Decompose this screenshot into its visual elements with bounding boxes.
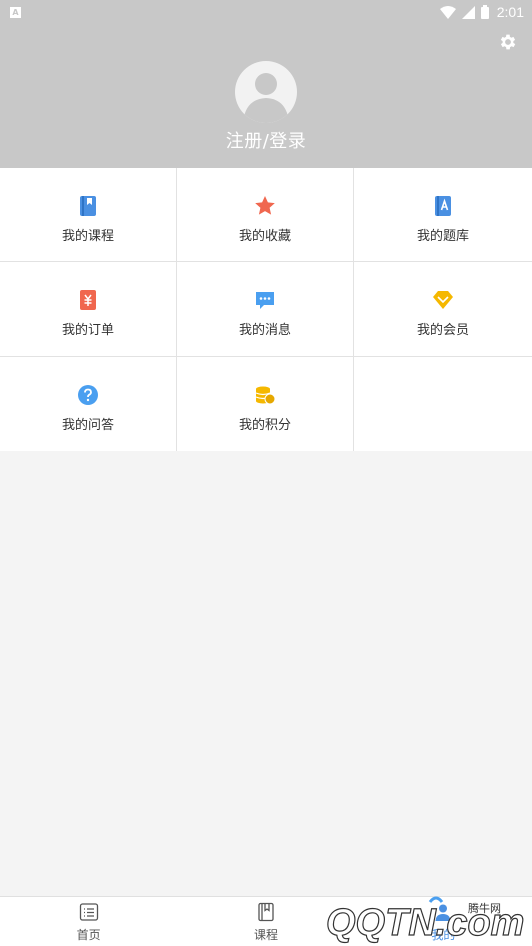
profile-header: 注册/登录 bbox=[0, 24, 532, 168]
menu-item-my-points[interactable]: 我的积分 bbox=[177, 357, 354, 451]
home-list-icon bbox=[79, 903, 98, 921]
menu-item-my-orders[interactable]: 我的订单 bbox=[0, 262, 177, 357]
avatar[interactable] bbox=[235, 61, 297, 123]
status-time: 2:01 bbox=[496, 4, 524, 20]
menu-item-my-membership[interactable]: 我的会员 bbox=[354, 262, 532, 357]
coins-icon bbox=[255, 386, 276, 405]
cell-signal-icon bbox=[461, 5, 475, 19]
star-icon bbox=[255, 196, 275, 215]
menu-item-my-favorites[interactable]: 我的收藏 bbox=[177, 168, 354, 262]
menu-item-my-qa[interactable]: 我的问答 bbox=[0, 357, 177, 451]
nav-home[interactable]: 首页 bbox=[0, 897, 177, 946]
menu-item-label: 我的会员 bbox=[416, 323, 469, 338]
order-icon bbox=[80, 290, 96, 310]
menu-item-my-courses[interactable]: 我的课程 bbox=[0, 168, 177, 262]
menu-item-label: 我的消息 bbox=[238, 323, 291, 338]
watermark-text: 腾牛网 bbox=[468, 902, 501, 915]
menu-empty-cell bbox=[354, 357, 532, 451]
qqtn-logo: QQTN.com bbox=[325, 896, 525, 945]
menu-item-label: 我的课程 bbox=[61, 229, 114, 244]
login-register-link[interactable]: 注册/登录 bbox=[0, 127, 532, 153]
question-bank-icon bbox=[435, 196, 451, 216]
vip-diamond-icon bbox=[433, 291, 453, 309]
menu-item-label: 我的题库 bbox=[416, 229, 469, 244]
notification-app-icon: A bbox=[10, 6, 21, 18]
menu-item-label: 我的订单 bbox=[61, 323, 114, 338]
wifi-icon bbox=[439, 5, 456, 19]
status-left: A bbox=[10, 6, 21, 18]
menu-item-label: 我的收藏 bbox=[238, 229, 291, 244]
book-icon bbox=[80, 196, 96, 216]
default-avatar-icon bbox=[243, 73, 289, 123]
watermark-overlay: QQTN.com 腾牛网 bbox=[318, 888, 532, 946]
question-icon bbox=[78, 385, 98, 405]
menu-item-label: 我的问答 bbox=[61, 418, 114, 433]
settings-gear-icon[interactable] bbox=[498, 32, 518, 52]
status-bar: A 2:01 bbox=[0, 0, 532, 24]
course-book-icon bbox=[258, 902, 274, 922]
menu-item-my-question-bank[interactable]: 我的题库 bbox=[354, 168, 532, 262]
menu-item-label: 我的积分 bbox=[238, 418, 291, 433]
battery-icon bbox=[480, 5, 489, 19]
menu-grid: 我的课程 我的收藏 我的题库 我的订单 我的消息 我的会员 我的问答 我的积分 bbox=[0, 168, 532, 451]
nav-home-label: 首页 bbox=[76, 928, 101, 942]
message-icon bbox=[256, 292, 274, 309]
status-right: 2:01 bbox=[439, 4, 524, 20]
menu-item-my-messages[interactable]: 我的消息 bbox=[177, 262, 354, 357]
